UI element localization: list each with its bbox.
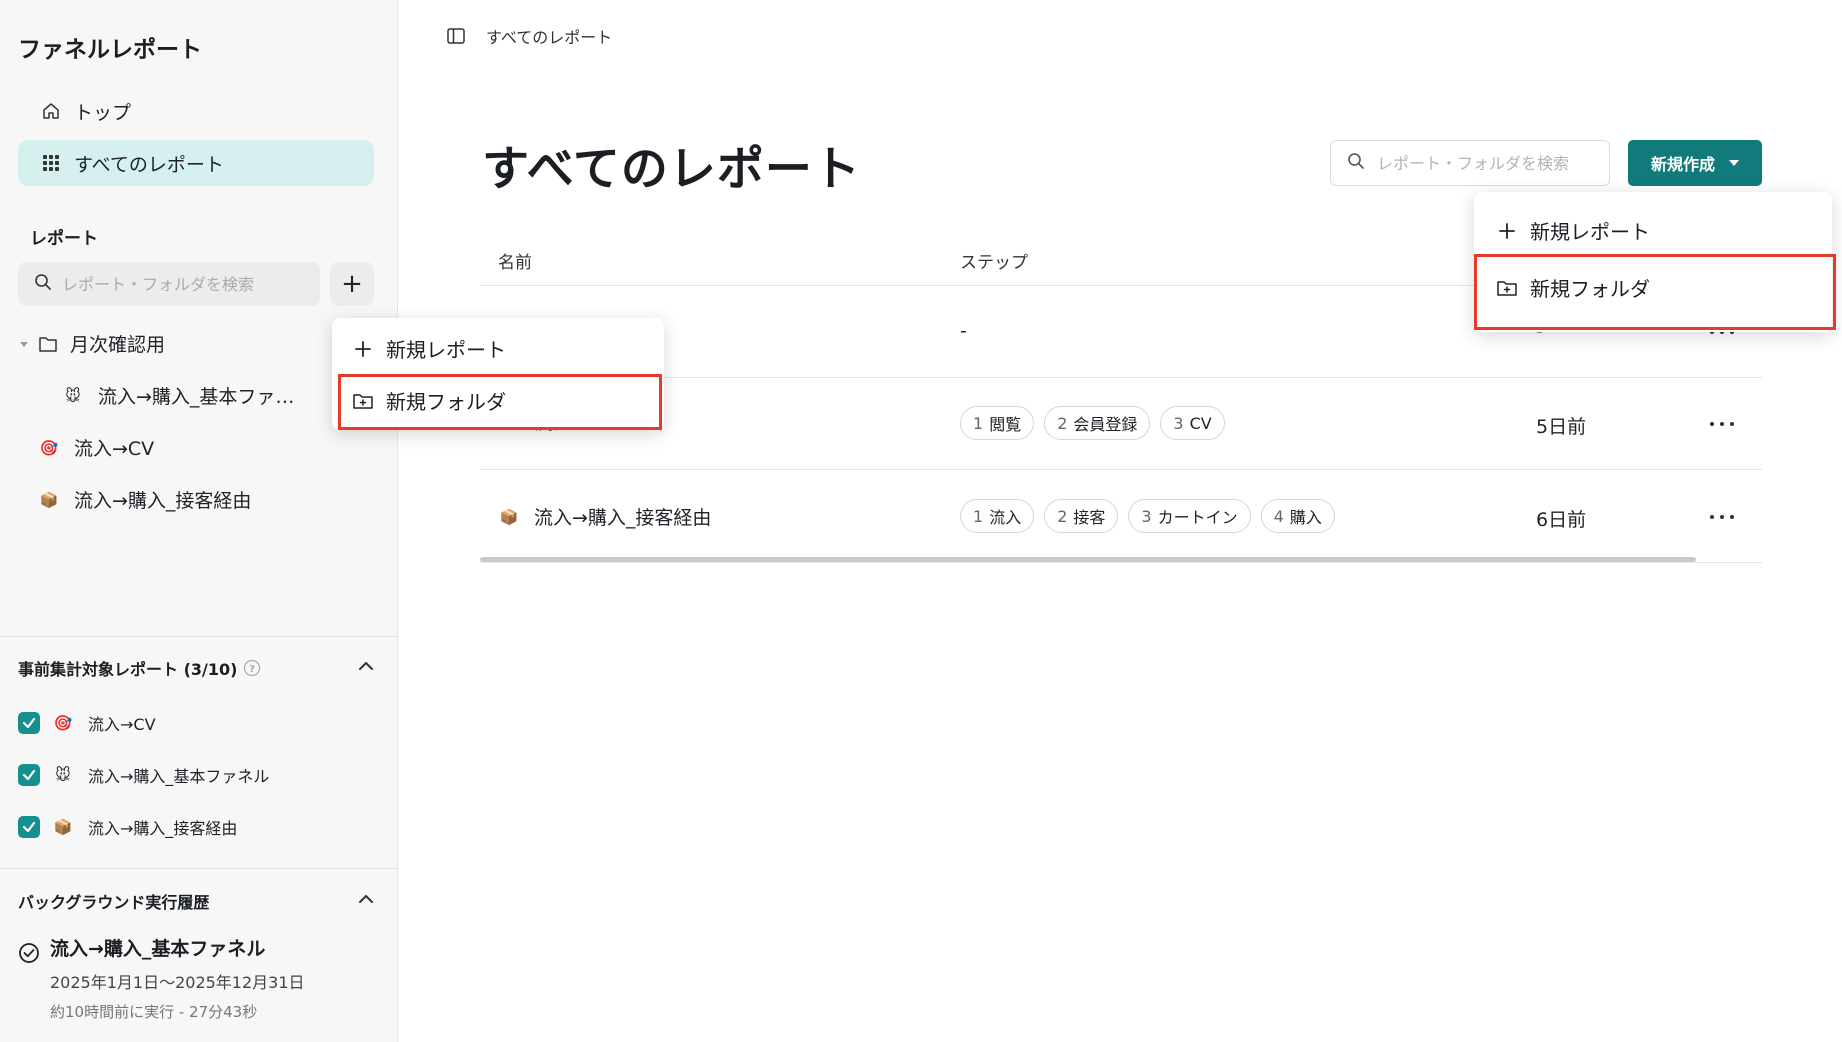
row-updated: 6日前 <box>1536 509 1587 531</box>
chevron-up-icon[interactable] <box>356 656 376 676</box>
tree-item-label: 流入→CV <box>74 438 155 460</box>
mouse-emoji-icon: 🐭 <box>65 386 81 405</box>
precompute-item[interactable]: 📦 流入→購入_接客経由 <box>18 815 237 839</box>
table-divider <box>480 377 1762 378</box>
folder-row[interactable]: 月次確認用 <box>18 330 165 357</box>
step-chip: 1 閲覧 <box>960 406 1035 440</box>
horizontal-scrollbar[interactable] <box>480 557 1696 562</box>
reports-section-label: レポート <box>30 229 98 249</box>
search-icon <box>1347 152 1365 174</box>
nav-item-label: すべてのレポート <box>74 153 224 176</box>
plus-icon <box>352 338 374 360</box>
precompute-item[interactable]: 🎯 流入→CV <box>18 711 156 735</box>
sidebar-toggle-icon[interactable] <box>446 26 466 46</box>
table-divider <box>480 562 1762 563</box>
step-chip: 2 会員登録 <box>1044 406 1151 440</box>
sidebar-search-input[interactable] <box>62 274 302 294</box>
precompute-item-label: 流入→CV <box>88 715 156 734</box>
nav-item-all-reports[interactable]: すべてのレポート <box>18 140 374 186</box>
precompute-item-label: 流入→購入_基本ファネル <box>88 767 270 786</box>
package-emoji-icon: 📦 <box>499 507 519 526</box>
step-chip: 2 接客 <box>1044 499 1119 533</box>
chevron-up-icon[interactable] <box>356 889 376 909</box>
help-icon[interactable]: ? <box>243 659 261 677</box>
step-chip: 4 購入 <box>1260 499 1335 533</box>
create-button[interactable]: 新規作成 <box>1628 140 1762 186</box>
tree-item[interactable]: 📦 流入→購入_接客経由 <box>38 486 252 513</box>
table-row-name[interactable]: 📦 流入→購入_接客経由 <box>498 503 712 530</box>
row-name: 流入→購入_接客経由 <box>534 507 712 529</box>
highlight-box <box>338 374 662 430</box>
caret-down-icon[interactable] <box>18 333 30 355</box>
highlight-box <box>1474 254 1836 330</box>
plus-icon <box>1496 220 1518 242</box>
precompute-title: 事前集計対象レポート (3/10) ? <box>18 656 261 680</box>
main-search[interactable] <box>1330 140 1610 186</box>
divider <box>0 636 398 637</box>
background-title: バックグラウンド実行履歴 <box>18 893 210 912</box>
folder-label: 月次確認用 <box>70 334 166 356</box>
column-header-name[interactable]: 名前 <box>498 248 532 273</box>
job-range: 2025年1月1日〜2025年12月31日 <box>50 973 305 992</box>
main-search-input[interactable] <box>1377 153 1597 173</box>
more-icon[interactable] <box>1710 507 1734 527</box>
checkbox-checked[interactable] <box>18 816 40 838</box>
column-header-steps[interactable]: ステップ <box>960 248 1028 273</box>
target-emoji-icon: 🎯 <box>39 438 59 457</box>
menu-item-label: 新規レポート <box>386 338 506 362</box>
step-chip: 3 CV <box>1160 406 1225 440</box>
nav-item-top[interactable]: トップ <box>18 88 374 134</box>
precompute-item-label: 流入→購入_接客経由 <box>88 819 238 838</box>
menu-item-new-report[interactable]: 新規レポート <box>352 334 506 363</box>
row-steps: 1 流入 2 接客 3 カートイン 4 購入 <box>960 499 1345 533</box>
caret-down-icon <box>1729 160 1739 166</box>
app-title: ファネルレポート <box>18 37 202 63</box>
sidebar-search[interactable] <box>18 262 320 306</box>
grid-icon <box>40 152 62 174</box>
check-circle-icon <box>18 942 40 968</box>
step-chip: 3 カートイン <box>1128 499 1251 533</box>
package-emoji-icon: 📦 <box>53 818 73 836</box>
job-name: 流入→購入_基本ファネル <box>50 938 266 960</box>
menu-item-label: 新規レポート <box>1530 220 1650 244</box>
precompute-item[interactable]: 🐭 流入→購入_基本ファネル <box>18 763 269 787</box>
tree-item[interactable]: 🎯 流入→CV <box>38 434 155 461</box>
background-job: 流入→購入_基本ファネル 2025年1月1日〜2025年12月31日 約10時間… <box>18 934 305 1022</box>
create-button-label: 新規作成 <box>1650 155 1715 174</box>
page-title: すべてのレポート <box>482 142 861 197</box>
breadcrumb: すべてのレポート <box>486 28 613 47</box>
tree-item[interactable]: 🐭 流入→購入_基本ファ… <box>62 382 294 409</box>
step-chip: 1 流入 <box>960 499 1035 533</box>
table-divider <box>480 469 1762 470</box>
divider <box>0 868 398 869</box>
more-icon[interactable] <box>1710 414 1734 434</box>
search-icon <box>34 273 52 295</box>
row-steps: 1 閲覧 2 会員登録 3 CV <box>960 406 1235 440</box>
mouse-emoji-icon: 🐭 <box>55 766 71 784</box>
row-updated: 5日前 <box>1536 416 1587 438</box>
package-emoji-icon: 📦 <box>39 490 59 509</box>
sidebar: ファネルレポート トップ すべてのレポート レポート + <box>0 0 398 1042</box>
precompute-title-text: 事前集計対象レポート (3/10) <box>18 660 238 679</box>
nav-item-label: トップ <box>74 101 132 124</box>
menu-item-new-report[interactable]: 新規レポート <box>1496 216 1650 245</box>
tree-item-label: 流入→購入_接客経由 <box>74 490 252 512</box>
row-steps-empty: - <box>960 320 967 342</box>
checkbox-checked[interactable] <box>18 764 40 786</box>
tree-item-label: 流入→購入_基本ファ… <box>98 386 295 408</box>
job-status: 約10時間前に実行 - 27分43秒 <box>50 1003 258 1021</box>
folder-icon <box>38 335 58 353</box>
checkbox-checked[interactable] <box>18 712 40 734</box>
svg-text:?: ? <box>250 664 256 675</box>
add-button[interactable]: + <box>330 262 374 306</box>
home-icon <box>40 100 62 122</box>
target-emoji-icon: 🎯 <box>53 714 73 732</box>
